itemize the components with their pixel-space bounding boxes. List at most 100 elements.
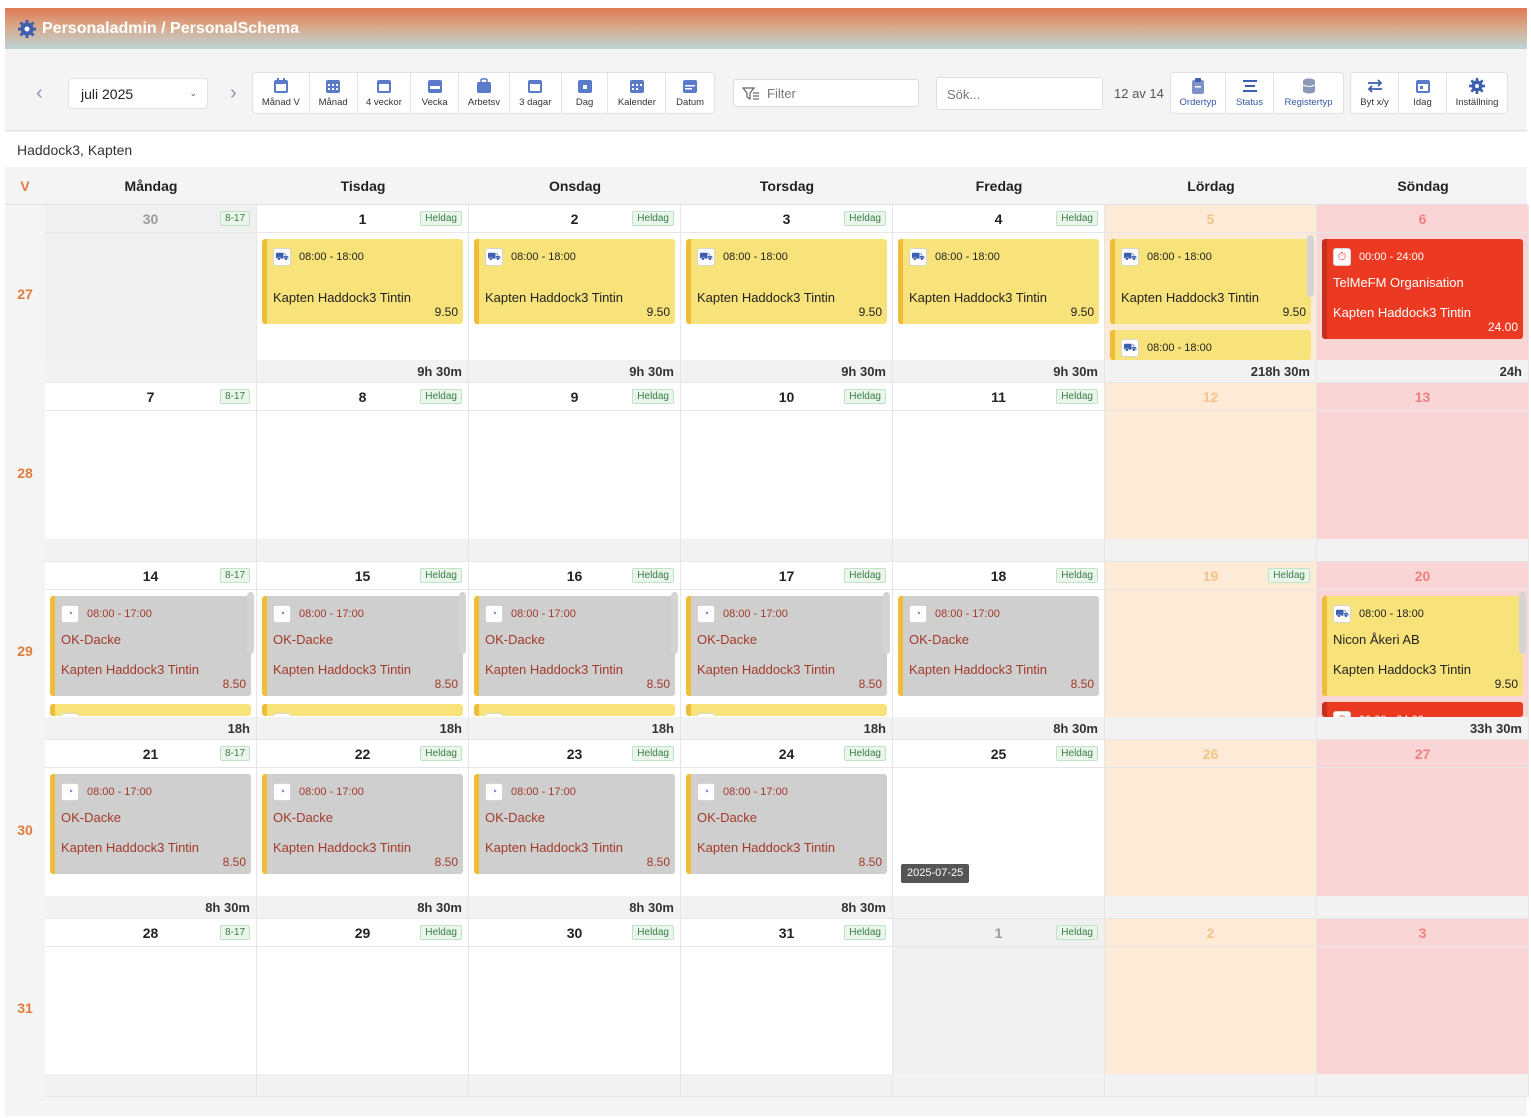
calendar-event[interactable]: ⛟08:00 - 18:00Kapten Haddock3 Tintin9.50: [474, 704, 675, 716]
calendar-event[interactable]: ◔ 08:00 - 17:00 OK-Dacke Kapten Haddock3 Ti…: [686, 596, 887, 696]
month-select[interactable]: juli 2025 ⌄: [68, 78, 208, 109]
calendar-event[interactable]: ◔ 08:00 - 17:00 OK-Dacke Kapten Haddock3 Ti…: [262, 774, 463, 874]
day-number[interactable]: 12: [1105, 389, 1316, 405]
next-month-button[interactable]: ›: [230, 83, 244, 103]
day-cell[interactable]: 23 Heldag 8h 30m ◔ 08:00 - 17:00 OK-Dacke Kapt…: [469, 740, 681, 919]
view-month-button[interactable]: Månad: [310, 73, 358, 113]
ordertyp-button[interactable]: Ordertyp: [1171, 73, 1226, 113]
clock-icon: ◔: [61, 783, 79, 801]
day-number[interactable]: 6: [1317, 211, 1528, 227]
day-cell[interactable]: 13: [1317, 383, 1529, 562]
view-calendar-button[interactable]: Kalender: [608, 73, 667, 113]
calendar-event[interactable]: ⛟08:00 - 18:00Kapten Haddock3 Tintin9.50: [262, 704, 463, 716]
calendar-event[interactable]: ⛟08:00 - 18:00Kapten Haddock3 Tintin9.50: [1110, 330, 1311, 360]
day-number[interactable]: 20: [1317, 568, 1528, 584]
day-cell[interactable]: 30 Heldag: [469, 919, 681, 1097]
calendar-event[interactable]: ⛟08:00 - 18:00Kapten Haddock3 Tintin9.50: [686, 704, 887, 716]
calendar-event[interactable]: ◔ 08:00 - 17:00 OK-Dacke Kapten Haddock3 Ti…: [50, 774, 251, 874]
search-input[interactable]: Sök...: [936, 77, 1103, 110]
scrollbar[interactable]: [1307, 235, 1314, 297]
day-cell[interactable]: 6 24h ⏱ 00:00 - 24:00 TelMeFM Organisation Ka…: [1317, 205, 1529, 383]
shift-badge: Heldag: [632, 746, 674, 761]
calendar-event[interactable]: ⏱00:00 - 24:00TelMeFM OrganisationKapten…: [1322, 239, 1523, 339]
day-number[interactable]: 3: [1317, 925, 1528, 941]
scrollbar[interactable]: [459, 592, 466, 654]
view-date-button[interactable]: Datum: [666, 73, 714, 113]
calendar-event[interactable]: ◔ 08:00 - 17:00 OK-Dacke Kapten Haddock3 Ti…: [50, 596, 251, 696]
day-cell[interactable]: 4 Heldag 9h 30m ⛟ 08:00 - 18:00 Kapten Haddoc…: [893, 205, 1105, 383]
day-cell[interactable]: 21 8-17 8h 30m ◔ 08:00 - 17:00 OK-Dacke Kapten…: [45, 740, 257, 919]
view-day-button[interactable]: Dag: [562, 73, 609, 113]
day-cell[interactable]: 17 Heldag 18h ◔ 08:00 - 17:00 OK-Dacke Kapten …: [681, 562, 893, 740]
day-cell[interactable]: 31 Heldag: [681, 919, 893, 1097]
day-cell[interactable]: 10 Heldag: [681, 383, 893, 562]
scrollbar[interactable]: [247, 592, 254, 654]
calendar-event[interactable]: ⛟08:00 - 18:00Kapten Haddock3 Tintin9.50: [686, 239, 887, 324]
day-number[interactable]: 27: [1317, 746, 1528, 762]
calendar-event[interactable]: ⛟08:00 - 18:00Kapten Haddock3 Tintin9.50: [50, 704, 251, 716]
settings-button[interactable]: Inställning: [1447, 73, 1507, 113]
view-month-v-button[interactable]: Månad V: [253, 73, 310, 113]
view-workweek-button[interactable]: Arbetsv: [459, 73, 510, 113]
day-cell[interactable]: 22 Heldag 8h 30m ◔ 08:00 - 17:00 OK-Dacke Kapt…: [257, 740, 469, 919]
day-cell[interactable]: 12: [1105, 383, 1317, 562]
day-total: 8h 30m: [257, 896, 468, 918]
day-cell[interactable]: 18 Heldag 8h 30m ◔ 08:00 - 17:00 OK-Dacke Kapt…: [893, 562, 1105, 740]
calendar-event[interactable]: ◔ 08:00 - 17:00 OK-Dacke Kapten Haddock3 Ti…: [898, 596, 1099, 696]
day-cell[interactable]: 9 Heldag: [469, 383, 681, 562]
day-cell[interactable]: 20 33h 30m ⛟ 08:00 - 18:00 Nicon Åkeri AB Kap…: [1317, 562, 1529, 740]
calendar-event[interactable]: ⛟08:00 - 18:00Kapten Haddock3 Tintin9.50: [1110, 239, 1311, 324]
calendar-event[interactable]: ◔ 08:00 - 17:00 OK-Dacke Kapten Haddock3 Ti…: [474, 774, 675, 874]
calendar-event[interactable]: ⛟08:00 - 18:00Kapten Haddock3 Tintin9.50: [262, 239, 463, 324]
day-number[interactable]: 13: [1317, 389, 1528, 405]
day-cell[interactable]: 24 Heldag 8h 30m ◔ 08:00 - 17:00 OK-Dacke Kapt…: [681, 740, 893, 919]
calendar-event[interactable]: ⛟08:00 - 18:00Kapten Haddock3 Tintin9.50: [898, 239, 1099, 324]
view-4weeks-button[interactable]: 4 veckor: [358, 73, 412, 113]
calendar-event[interactable]: ◔ 08:00 - 17:00 OK-Dacke Kapten Haddock3 Ti…: [474, 596, 675, 696]
day-number[interactable]: 2: [1105, 925, 1316, 941]
calendar-event[interactable]: ⛟08:00 - 18:00Kapten Haddock3 Tintin9.50: [474, 239, 675, 324]
day-cell[interactable]: 19 Heldag: [1105, 562, 1317, 740]
day-cell[interactable]: 14 8-17 18h ◔ 08:00 - 17:00 OK-Dacke Kapten Ha…: [45, 562, 257, 740]
day-cell[interactable]: 1 Heldag: [893, 919, 1105, 1097]
day-cell[interactable]: 16 Heldag 18h ◔ 08:00 - 17:00 OK-Dacke Kapten …: [469, 562, 681, 740]
event-time: 08:00 - 17:00: [511, 608, 576, 620]
day-cell[interactable]: 2 Heldag 9h 30m ⛟ 08:00 - 18:00 Kapten Haddoc…: [469, 205, 681, 383]
view-3days-button[interactable]: 3 dagar: [510, 73, 562, 113]
view-label: 4 veckor: [365, 97, 402, 108]
calendar-event[interactable]: ⏱00:00 - 24:00TelMeFM OrganisationKapten…: [1322, 702, 1523, 717]
day-cell[interactable]: 7 8-17: [45, 383, 257, 562]
day-total: [45, 1074, 256, 1096]
prev-month-button[interactable]: ‹: [36, 83, 50, 103]
day-cell[interactable]: 26: [1105, 740, 1317, 919]
day-number[interactable]: 26: [1105, 746, 1316, 762]
swap-xy-button[interactable]: Byt x/y: [1351, 73, 1399, 113]
day-cell[interactable]: 28 8-17: [45, 919, 257, 1097]
clock-icon: ◔: [697, 783, 715, 801]
day-cell[interactable]: 2: [1105, 919, 1317, 1097]
scrollbar[interactable]: [1519, 592, 1526, 654]
shift-badge: Heldag: [420, 389, 462, 404]
calendar-event[interactable]: ⛟ 08:00 - 18:00 Nicon Åkeri AB Kapten Haddo…: [1322, 596, 1523, 696]
day-cell[interactable]: 3: [1317, 919, 1529, 1097]
day-cell[interactable]: 25 Heldag: [893, 740, 1105, 919]
day-cell[interactable]: 5 218h 30m ⛟ 08:00 - 18:00 Kapten Haddock3 T…: [1105, 205, 1317, 383]
day-cell[interactable]: 15 Heldag 18h ◔ 08:00 - 17:00 OK-Dacke Kapten …: [257, 562, 469, 740]
day-cell[interactable]: 1 Heldag 9h 30m ⛟ 08:00 - 18:00 Kapten Haddoc…: [257, 205, 469, 383]
day-cell[interactable]: 11 Heldag: [893, 383, 1105, 562]
calendar-event[interactable]: ◔ 08:00 - 17:00 OK-Dacke Kapten Haddock3 Ti…: [262, 596, 463, 696]
scrollbar[interactable]: [671, 592, 678, 654]
day-cell[interactable]: 29 Heldag: [257, 919, 469, 1097]
day-cell[interactable]: 8 Heldag: [257, 383, 469, 562]
scrollbar[interactable]: [883, 592, 890, 654]
today-button[interactable]: Idag: [1399, 73, 1447, 113]
day-cell[interactable]: 3 Heldag 9h 30m ⛟ 08:00 - 18:00 Kapten Haddoc…: [681, 205, 893, 383]
day-number[interactable]: 5: [1105, 211, 1316, 227]
filter-input[interactable]: Filter: [733, 79, 919, 107]
day-cell[interactable]: 30 8-17: [45, 205, 257, 383]
view-week-button[interactable]: Vecka: [411, 73, 460, 113]
status-button[interactable]: Status: [1226, 73, 1274, 113]
registertyp-button[interactable]: Registertyp: [1274, 73, 1343, 113]
day-cell[interactable]: 27: [1317, 740, 1529, 919]
calendar-event[interactable]: ◔ 08:00 - 17:00 OK-Dacke Kapten Haddock3 Ti…: [686, 774, 887, 874]
